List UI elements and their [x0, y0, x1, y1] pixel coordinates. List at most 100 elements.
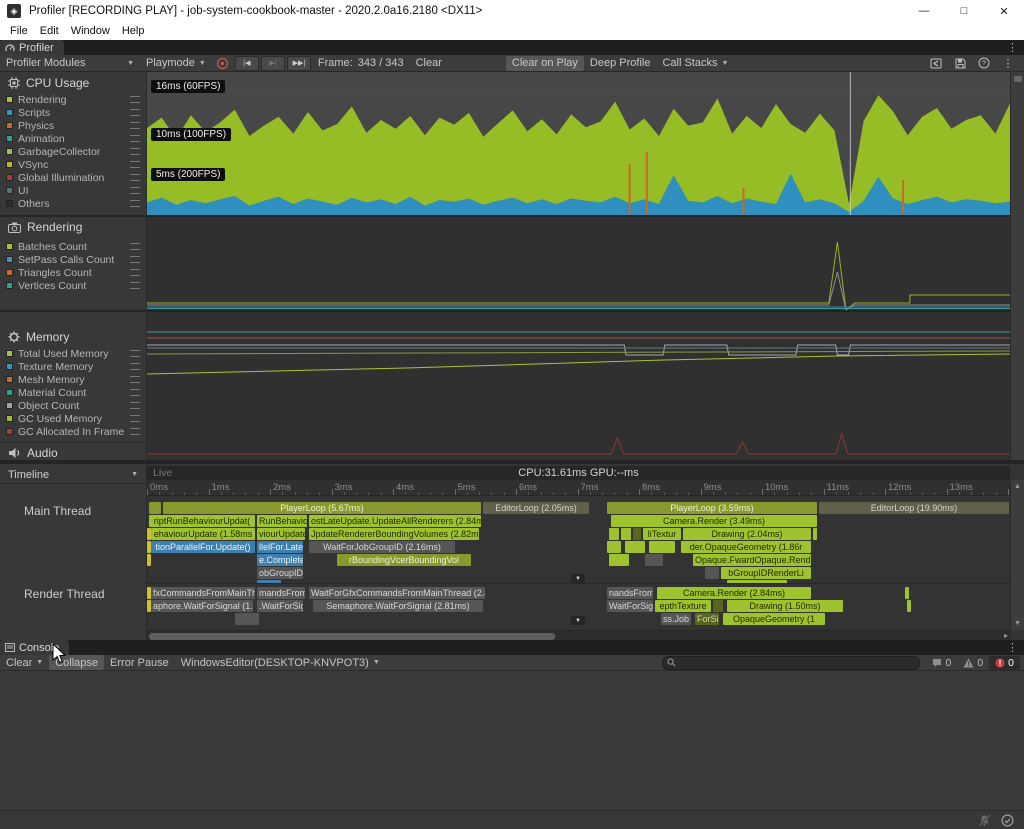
- clear-on-play-toggle[interactable]: Clear on Play: [506, 56, 584, 71]
- timeline-block[interactable]: [621, 528, 631, 540]
- module-item-scripts[interactable]: Scripts: [6, 106, 142, 119]
- timeline-block[interactable]: [907, 600, 911, 612]
- module-item-texture-memory[interactable]: Texture Memory: [6, 360, 142, 373]
- drag-handle-icon[interactable]: [130, 269, 140, 276]
- drag-handle-icon[interactable]: [130, 363, 140, 370]
- info-count-badge[interactable]: 0: [926, 656, 957, 670]
- console-target-dropdown[interactable]: WindowsEditor(DESKTOP-KNVPOT3) ▼: [175, 655, 386, 670]
- timeline-block[interactable]: ostLateUpdate.UpdateAllRenderers (2.84ms: [309, 515, 481, 527]
- timeline-block[interactable]: JpdateRendererBoundingVolumes (2.82ms): [309, 528, 479, 540]
- module-header-memory[interactable]: Memory: [8, 330, 69, 344]
- console-clear-dropdown[interactable]: Clear ▼: [0, 655, 49, 670]
- next-frame-button[interactable]: ▶|: [261, 56, 285, 71]
- record-button[interactable]: [215, 57, 231, 70]
- drag-handle-icon[interactable]: [130, 376, 140, 383]
- timeline-block[interactable]: [633, 528, 641, 540]
- load-profile-icon[interactable]: [928, 56, 944, 70]
- timeline-block[interactable]: [609, 554, 629, 566]
- timeline-block[interactable]: aphore.WaitForSignal (1.7: [151, 600, 253, 612]
- module-header-cpu-usage[interactable]: CPU Usage: [8, 76, 89, 90]
- timeline-block[interactable]: [813, 528, 817, 540]
- drag-handle-icon[interactable]: [130, 109, 140, 116]
- timeline-block[interactable]: rBoundingVcerBoundingVol: [337, 554, 471, 566]
- maximize-button[interactable]: □: [944, 0, 984, 22]
- module-item-gc-used-memory[interactable]: GC Used Memory: [6, 412, 142, 425]
- timeline-block[interactable]: ss.Job: [661, 613, 691, 625]
- drag-handle-icon[interactable]: [130, 161, 140, 168]
- profiler-modules-dropdown[interactable]: Profiler Modules ▼: [0, 56, 140, 71]
- menu-help[interactable]: Help: [116, 25, 151, 37]
- expand-rows-button[interactable]: ▼: [571, 616, 585, 625]
- timeline-block[interactable]: viourUpdate: [257, 528, 305, 540]
- scroll-right-icon[interactable]: ▸: [1004, 631, 1008, 640]
- call-stacks-dropdown[interactable]: Call Stacks ▼: [656, 56, 734, 71]
- timeline-block[interactable]: der.OpaqueGeometry (1.86r: [681, 541, 811, 553]
- module-item-batches-count[interactable]: Batches Count: [6, 240, 142, 253]
- drag-handle-icon[interactable]: [130, 402, 140, 409]
- drag-handle-icon[interactable]: [130, 96, 140, 103]
- console-collapse-toggle[interactable]: Collapse: [49, 655, 104, 670]
- drag-handle-icon[interactable]: [130, 148, 140, 155]
- scrollbar-thumb[interactable]: [149, 633, 555, 640]
- drag-handle-icon[interactable]: [130, 389, 140, 396]
- expand-rows-button[interactable]: ▼: [571, 574, 585, 583]
- charts-vertical-scrollbar[interactable]: [1010, 72, 1024, 460]
- profiler-tab-menu-icon[interactable]: ⋮: [1001, 41, 1024, 54]
- timeline-block[interactable]: WaitForGfxCommandsFromMainThread (2.8: [309, 587, 485, 599]
- console-log-area[interactable]: [0, 671, 1024, 810]
- timeline-block[interactable]: [607, 541, 621, 553]
- timeline-block[interactable]: tionParallelFor.Update(): [151, 541, 255, 553]
- timeline-block[interactable]: [705, 567, 719, 579]
- timeline-block[interactable]: PlayerLoop (5.67ms): [163, 502, 481, 514]
- timeline-block[interactable]: [625, 541, 645, 553]
- timeline-block[interactable]: WaitForSig: [607, 600, 653, 612]
- window-menu-icon[interactable]: ⋮: [1000, 56, 1016, 70]
- module-item-global-illumination[interactable]: Global Illumination: [6, 171, 142, 184]
- timeline-block[interactable]: EditorLoop (2.05ms): [483, 502, 589, 514]
- drag-handle-icon[interactable]: [130, 428, 140, 435]
- tab-profiler[interactable]: Profiler: [0, 40, 64, 55]
- timeline-block[interactable]: [905, 587, 909, 599]
- save-profile-icon[interactable]: [952, 56, 968, 70]
- cpu-usage-chart[interactable]: 16ms (60FPS)10ms (100FPS)5ms (200FPS): [147, 72, 1010, 215]
- help-icon[interactable]: ?: [976, 56, 992, 70]
- close-button[interactable]: ✕: [984, 0, 1024, 22]
- module-item-physics[interactable]: Physics: [6, 119, 142, 132]
- console-error-pause-toggle[interactable]: Error Pause: [104, 655, 175, 670]
- timeline-block[interactable]: OpaqueGeometry (1: [723, 613, 825, 625]
- timeline-block[interactable]: Semaphore.WaitForSignal (2.81ms): [313, 600, 483, 612]
- minimize-button[interactable]: —: [904, 0, 944, 22]
- drag-handle-icon[interactable]: [130, 415, 140, 422]
- menu-edit[interactable]: Edit: [34, 25, 65, 37]
- timeline-block[interactable]: Opaque.FwardOpaque.Rende: [693, 554, 811, 566]
- module-item-setpass-calls-count[interactable]: SetPass Calls Count: [6, 253, 142, 266]
- timeline-block[interactable]: [649, 541, 675, 553]
- module-header-rendering[interactable]: Rendering: [8, 220, 82, 234]
- error-count-badge[interactable]: 0: [989, 656, 1020, 670]
- timeline-block[interactable]: RunBehaviou: [257, 515, 307, 527]
- module-item-total-used-memory[interactable]: Total Used Memory: [6, 347, 142, 360]
- module-item-vertices-count[interactable]: Vertices Count: [6, 279, 142, 292]
- timeline-vertical-scrollbar[interactable]: ▲ ▼: [1010, 480, 1024, 630]
- timeline-block[interactable]: Drawing (2.04ms): [683, 528, 811, 540]
- timeline-block[interactable]: fxCommandsFromMainThr: [151, 587, 255, 599]
- module-header-audio[interactable]: Audio: [8, 446, 58, 460]
- notifications-muted-icon[interactable]: [978, 814, 991, 827]
- console-search-field[interactable]: [662, 656, 920, 670]
- module-item-ui[interactable]: UI: [6, 184, 142, 197]
- timeline-block[interactable]: ehaviourUpdate (1.58ms: [151, 528, 255, 540]
- timeline-block[interactable]: [147, 554, 151, 566]
- module-item-gc-allocated-in-frame[interactable]: GC Allocated In Frame: [6, 425, 142, 438]
- scroll-down-icon[interactable]: ▼: [1014, 620, 1021, 627]
- module-item-others[interactable]: Others: [6, 197, 142, 210]
- timeline-block[interactable]: [149, 502, 161, 514]
- timeline-block[interactable]: mandsFromM: [257, 587, 305, 599]
- timeline-block[interactable]: riptRunBehaviourUpdat(: [149, 515, 255, 527]
- playmode-dropdown[interactable]: Playmode ▼: [140, 56, 212, 71]
- timeline-block[interactable]: nandsFromM: [607, 587, 653, 599]
- timeline-block[interactable]: ForSi: [695, 613, 719, 625]
- timeline-block[interactable]: Camera.Render (3.49ms): [611, 515, 817, 527]
- drag-handle-icon[interactable]: [130, 200, 140, 207]
- timeline-block[interactable]: EditorLoop (19.90ms): [819, 502, 1009, 514]
- timeline-block[interactable]: llelFor.LateL: [257, 541, 303, 553]
